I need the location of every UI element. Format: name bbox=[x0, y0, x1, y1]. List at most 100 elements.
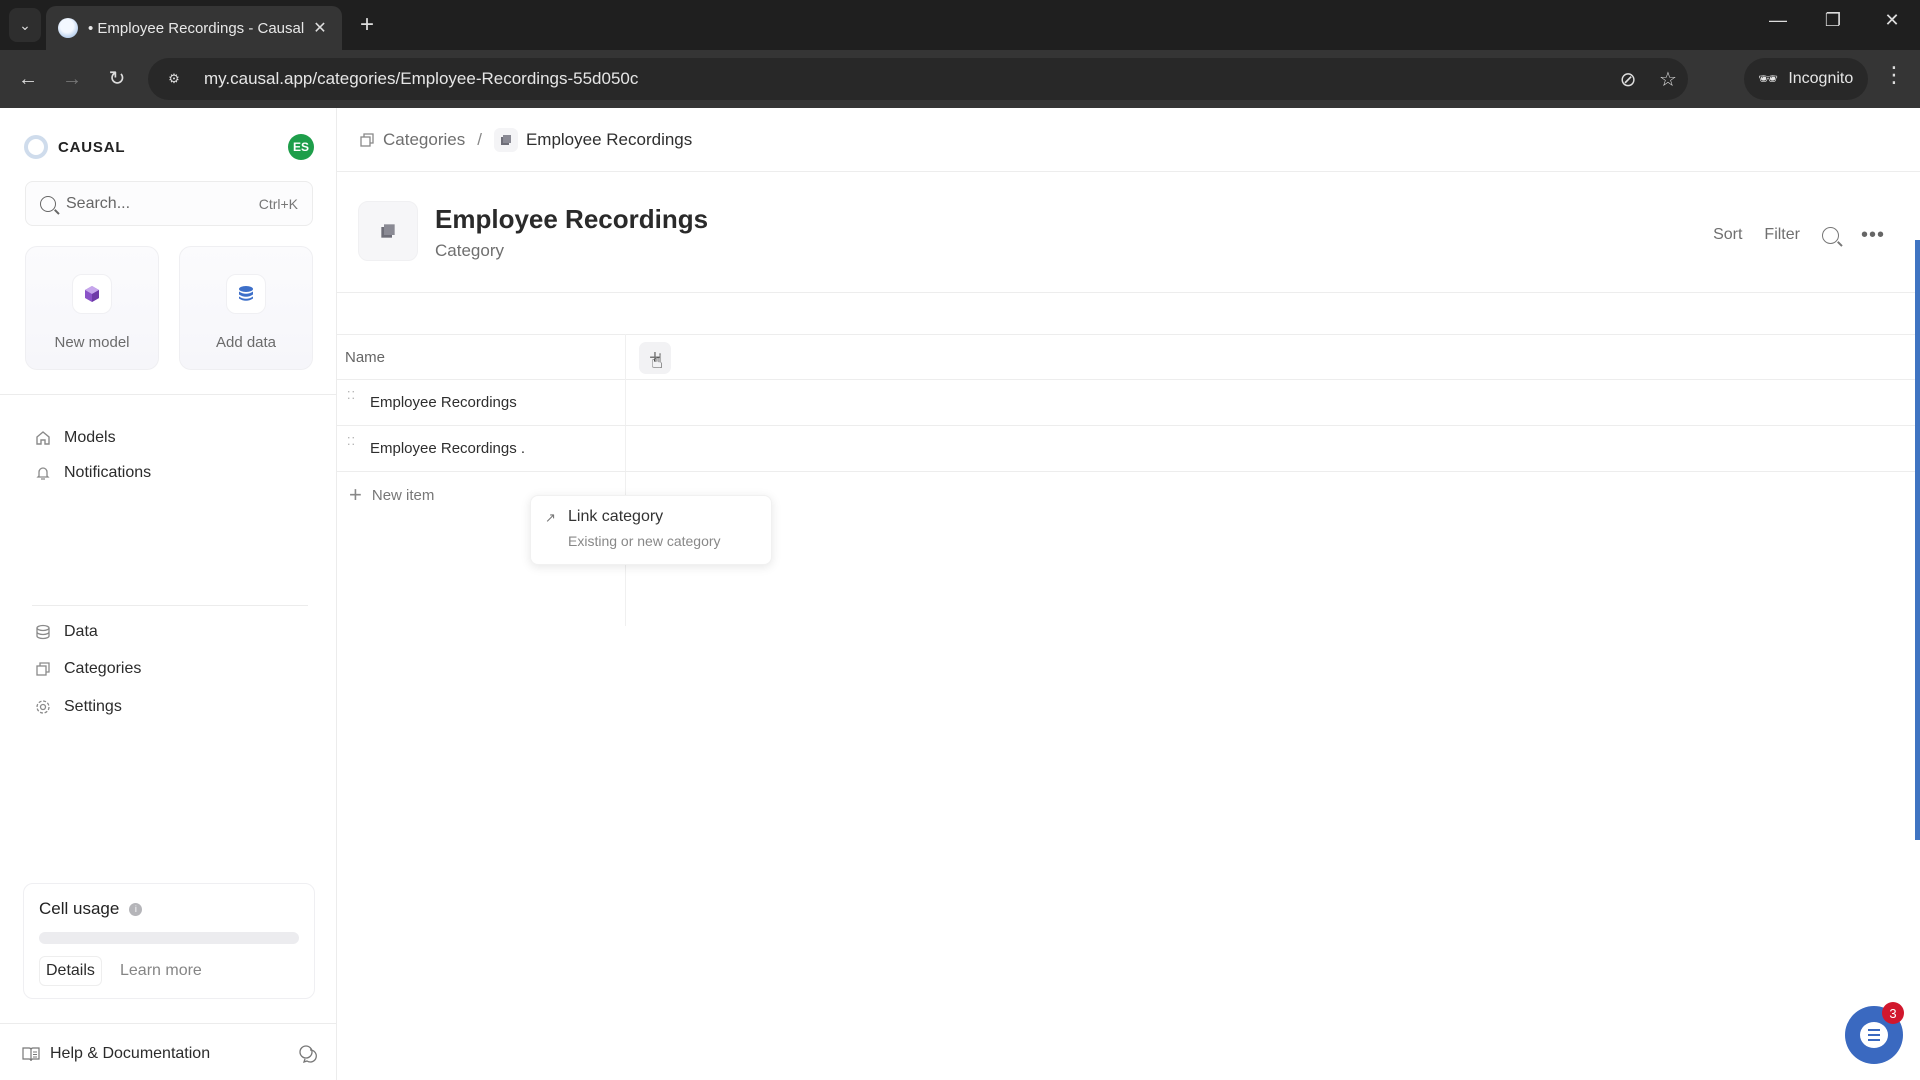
new-item-label: New item bbox=[371, 486, 435, 504]
incognito-badge[interactable]: 🕶 Incognito bbox=[1744, 58, 1868, 100]
browser-tab-bar: ⌄ • Employee Recordings - Causal ✕ + — ❐… bbox=[0, 0, 1920, 50]
page-subtitle: Category bbox=[435, 241, 504, 260]
column-separator bbox=[625, 334, 626, 626]
forward-button[interactable]: → bbox=[57, 64, 87, 94]
database-icon bbox=[226, 274, 266, 314]
sidebar: CAUSAL ES Search... Ctrl+K New model Add… bbox=[0, 108, 337, 1080]
sidebar-item-label: Settings bbox=[64, 698, 122, 715]
sidebar-divider bbox=[0, 394, 337, 395]
avatar[interactable]: ES bbox=[288, 134, 314, 160]
incognito-icon: 🕶 bbox=[1758, 71, 1779, 88]
omnibox[interactable]: ⚙ my.causal.app/categories/Employee-Reco… bbox=[148, 58, 1688, 100]
app: CAUSAL ES Search... Ctrl+K New model Add… bbox=[0, 108, 1920, 1080]
search-icon[interactable] bbox=[1821, 226, 1839, 244]
browser-tab[interactable]: • Employee Recordings - Causal ✕ bbox=[46, 6, 342, 50]
site-info-icon[interactable]: ⚙ bbox=[160, 65, 188, 93]
category-icon bbox=[493, 128, 518, 152]
new-tab-button[interactable]: + bbox=[352, 10, 382, 40]
sidebar-item-settings[interactable]: Settings bbox=[34, 692, 122, 722]
chat-bubble-icon bbox=[1860, 1022, 1888, 1048]
sidebar-item-label: Models bbox=[64, 429, 116, 446]
add-data-button[interactable]: Add data bbox=[179, 246, 313, 370]
book-icon bbox=[22, 1047, 40, 1062]
reload-button[interactable]: ↻ bbox=[102, 64, 132, 94]
add-data-label: Add data bbox=[215, 334, 277, 351]
main-content: Categories / Employee Recordings Employe… bbox=[337, 108, 1920, 1080]
scrollbar[interactable] bbox=[1915, 240, 1920, 840]
arrow-up-left-icon: ↗ bbox=[545, 510, 556, 525]
back-button[interactable]: ← bbox=[13, 64, 43, 94]
close-window-button[interactable]: ✕ bbox=[1872, 10, 1912, 31]
search-input[interactable]: Search... Ctrl+K bbox=[25, 181, 313, 226]
sidebar-item-label: Notifications bbox=[64, 464, 152, 481]
chevron-down-icon: ⌄ bbox=[19, 16, 31, 33]
page-title: Employee Recordings bbox=[435, 204, 709, 234]
table-header: Name + ☝ bbox=[337, 334, 1915, 380]
link-category-tooltip[interactable]: ↗ Link category Existing or new category bbox=[530, 495, 772, 565]
filter-button[interactable]: Filter bbox=[1764, 226, 1800, 244]
chat-icon[interactable] bbox=[298, 1044, 318, 1064]
details-button[interactable]: Details bbox=[39, 956, 102, 986]
nav-separator bbox=[32, 605, 308, 606]
table-row[interactable]: ⁚⁚ Employee Recordings . bbox=[337, 426, 1915, 472]
sidebar-item-notifications[interactable]: Notifications bbox=[34, 458, 151, 488]
category-icon bbox=[358, 201, 418, 261]
breadcrumb-categories-link[interactable]: Categories bbox=[383, 130, 465, 150]
column-header-name[interactable]: Name bbox=[345, 335, 385, 380]
hand-cursor-icon: ☝ bbox=[651, 351, 664, 373]
sort-button[interactable]: Sort bbox=[1713, 226, 1742, 244]
table-row[interactable]: ⁚⁚ Employee Recordings bbox=[337, 380, 1915, 426]
logo-row: CAUSAL ES bbox=[24, 132, 314, 162]
cell-usage-progress bbox=[39, 932, 299, 944]
cell-usage-card: Cell usage i Details Learn more bbox=[23, 883, 315, 999]
cell-usage-label: Cell usage bbox=[39, 899, 120, 918]
minimize-button[interactable]: — bbox=[1758, 10, 1798, 31]
new-model-label: New model bbox=[54, 334, 130, 351]
help-label: Help & Documentation bbox=[50, 1045, 211, 1062]
tab-title: • Employee Recordings - Causal bbox=[88, 19, 305, 37]
drag-handle-icon[interactable]: ⁚⁚ bbox=[347, 391, 355, 408]
eye-off-icon[interactable]: ⊘ bbox=[1608, 67, 1648, 92]
cell-usage-title: Cell usage i bbox=[39, 899, 143, 919]
url-text[interactable]: my.causal.app/categories/Employee-Record… bbox=[204, 69, 1608, 89]
browser-menu-button[interactable]: ⋮ bbox=[1880, 62, 1908, 88]
breadcrumb-separator: / bbox=[477, 130, 482, 149]
search-icon bbox=[40, 195, 56, 212]
new-item-button[interactable]: + New item bbox=[349, 472, 434, 518]
star-icon[interactable]: ☆ bbox=[1648, 67, 1688, 92]
plus-icon: + bbox=[349, 482, 362, 507]
learn-more-link[interactable]: Learn more bbox=[120, 956, 202, 986]
sidebar-item-data[interactable]: Data bbox=[34, 617, 98, 647]
brand-name: CAUSAL bbox=[58, 138, 126, 156]
tab-close-button[interactable]: ✕ bbox=[310, 18, 330, 38]
new-model-button[interactable]: New model bbox=[25, 246, 159, 370]
row-name[interactable]: Employee Recordings . bbox=[370, 426, 525, 471]
help-documentation-link[interactable]: Help & Documentation bbox=[22, 1039, 318, 1069]
sidebar-footer-divider bbox=[0, 1023, 337, 1024]
header-divider bbox=[337, 171, 1920, 172]
breadcrumb: Categories / Employee Recordings bbox=[359, 127, 692, 153]
row-name[interactable]: Employee Recordings bbox=[370, 380, 517, 425]
search-shortcut: Ctrl+K bbox=[258, 195, 298, 212]
sidebar-item-models[interactable]: Models bbox=[34, 423, 116, 453]
cube-icon bbox=[72, 274, 112, 314]
tab-list-button[interactable]: ⌄ bbox=[9, 8, 41, 42]
restore-button[interactable]: ❐ bbox=[1813, 10, 1853, 31]
bell-icon bbox=[34, 464, 52, 482]
address-bar: ← → ↻ ⚙ my.causal.app/categories/Employe… bbox=[0, 50, 1920, 108]
title-divider bbox=[337, 292, 1920, 293]
incognito-label: Incognito bbox=[1788, 70, 1854, 87]
home-icon bbox=[34, 429, 52, 447]
sidebar-item-categories[interactable]: Categories bbox=[34, 654, 141, 684]
sidebar-item-label: Data bbox=[64, 623, 98, 640]
categories-icon bbox=[360, 133, 374, 147]
notification-badge: 3 bbox=[1882, 1002, 1904, 1024]
toolbar: Sort Filter ••• bbox=[1713, 220, 1885, 250]
breadcrumb-current: Employee Recordings bbox=[525, 130, 693, 149]
search-placeholder: Search... bbox=[66, 194, 131, 212]
drag-handle-icon[interactable]: ⁚⁚ bbox=[347, 437, 355, 454]
causal-logo-icon bbox=[24, 135, 48, 159]
info-icon[interactable]: i bbox=[129, 902, 143, 916]
categories-icon bbox=[34, 660, 52, 678]
more-options-icon[interactable]: ••• bbox=[1861, 225, 1885, 245]
